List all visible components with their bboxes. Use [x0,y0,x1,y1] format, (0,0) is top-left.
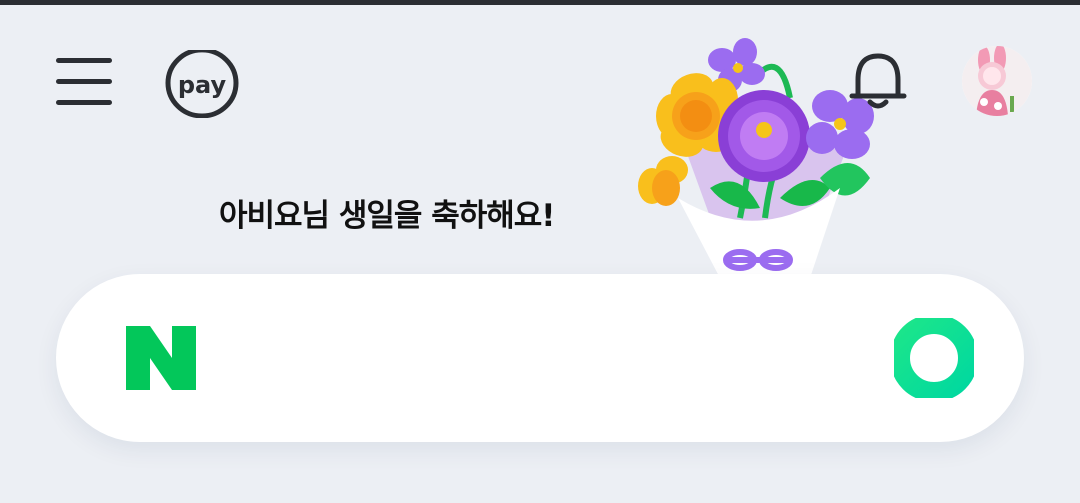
naver-logo: N [126,326,196,390]
avatar-image [962,46,1032,116]
green-dot-icon [894,318,974,398]
bell-icon [849,53,907,109]
pay-icon: pay [165,50,239,118]
profile-avatar[interactable] [962,46,1032,116]
pay-label: pay [178,71,227,99]
birthday-greeting: 아비요님 생일을 축하해요! [219,198,555,234]
top-status-edge [0,0,1080,5]
search-bar[interactable]: N [56,274,1024,442]
search-input[interactable] [226,318,870,400]
menu-button[interactable] [52,52,116,112]
notification-button[interactable] [848,50,908,112]
menu-icon [56,58,112,105]
pay-button[interactable]: pay [164,50,242,118]
birthday-bouquet-illustration [630,38,880,278]
green-dot-button[interactable] [894,318,974,398]
